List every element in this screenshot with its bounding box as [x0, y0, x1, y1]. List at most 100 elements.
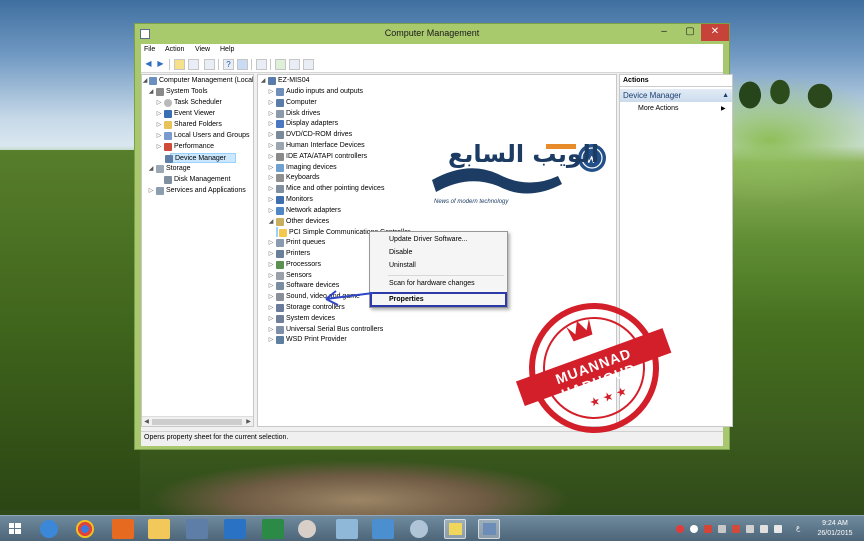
expand-arrow-icon[interactable]: ▷	[268, 281, 274, 291]
action-center-icon[interactable]	[732, 525, 740, 533]
collapse-caret-icon[interactable]: ▲	[722, 89, 729, 102]
console-view-icon[interactable]	[237, 59, 248, 70]
expand-arrow-icon[interactable]: ▷	[268, 163, 274, 173]
expand-arrow-icon[interactable]: ▷	[268, 260, 274, 270]
volume-icon[interactable]	[774, 525, 782, 533]
tray-app-icon[interactable]	[690, 525, 698, 533]
up-folder-icon[interactable]	[174, 59, 185, 70]
remote-desktop-icon[interactable]	[186, 519, 208, 539]
export-list-icon[interactable]	[204, 59, 215, 70]
collapse-arrow-icon[interactable]: ◢	[142, 76, 148, 86]
toolbar-separator	[251, 59, 252, 70]
collapse-arrow-icon[interactable]: ◢	[148, 87, 154, 97]
scroll-right-icon[interactable]: ▶	[244, 417, 253, 426]
media-player-icon[interactable]	[112, 519, 134, 539]
expand-arrow-icon[interactable]: ▷	[148, 186, 154, 196]
context-update-driver[interactable]: Update Driver Software...	[370, 234, 507, 246]
uninstall-icon[interactable]	[303, 59, 314, 70]
menu-file[interactable]: File	[144, 46, 155, 53]
file-explorer-icon[interactable]	[148, 519, 170, 539]
more-actions-link[interactable]: More Actions	[638, 105, 678, 112]
menu-action[interactable]: Action	[165, 46, 184, 53]
tray-monitor-icon[interactable]	[718, 525, 726, 533]
status-bar: Opens property sheet for the current sel…	[141, 431, 723, 444]
network-status-icon[interactable]	[760, 525, 768, 533]
maximize-button[interactable]: ▢	[677, 24, 703, 41]
outlook-icon[interactable]	[224, 519, 246, 539]
expand-arrow-icon[interactable]: ▷	[268, 335, 274, 345]
language-indicator[interactable]: ع	[796, 524, 800, 532]
expand-arrow-icon[interactable]: ▷	[268, 87, 274, 97]
sticky-notes-taskbar-button[interactable]	[444, 519, 466, 539]
properties-icon[interactable]	[256, 59, 267, 70]
expand-arrow-icon[interactable]: ▷	[268, 141, 274, 151]
computer-management-taskbar-button[interactable]	[478, 519, 500, 539]
expand-arrow-icon[interactable]: ▷	[268, 109, 274, 119]
expand-arrow-icon[interactable]: ▷	[156, 109, 162, 119]
chrome-icon[interactable]	[76, 520, 94, 538]
context-menu: Update Driver Software... Disable Uninst…	[369, 231, 508, 308]
expand-arrow-icon[interactable]: ▷	[268, 271, 274, 281]
expand-arrow-icon[interactable]: ▷	[268, 130, 274, 140]
expand-arrow-icon[interactable]: ▷	[268, 152, 274, 162]
expand-arrow-icon[interactable]: ▷	[268, 206, 274, 216]
expand-arrow-icon[interactable]: ▷	[156, 98, 162, 108]
expand-arrow-icon[interactable]: ▷	[156, 131, 162, 141]
expand-arrow-icon[interactable]: ▷	[268, 314, 274, 324]
expand-arrow-icon[interactable]: ▷	[268, 195, 274, 205]
show-hide-tree-icon[interactable]	[188, 59, 199, 70]
close-button[interactable]: ✕	[701, 24, 729, 41]
collapse-arrow-icon[interactable]: ◢	[148, 164, 154, 174]
scroll-left-icon[interactable]: ◀	[142, 417, 151, 426]
clock[interactable]: 9:24 AM 26/01/2015	[810, 519, 860, 539]
network-icon[interactable]	[372, 519, 394, 539]
paint-icon[interactable]	[298, 520, 316, 538]
menu-help[interactable]: Help	[220, 46, 234, 53]
context-uninstall[interactable]: Uninstall	[370, 260, 507, 272]
title-bar[interactable]: Computer Management – ▢ ✕	[135, 24, 729, 44]
scan-hardware-icon[interactable]	[275, 59, 286, 70]
expand-arrow-icon[interactable]: ▷	[268, 238, 274, 248]
device-category-icon	[276, 271, 284, 280]
expand-arrow-icon[interactable]: ▷	[268, 303, 274, 313]
context-scan-hardware[interactable]: Scan for hardware changes	[370, 278, 507, 290]
device-category-icon	[276, 325, 284, 334]
tray-flag-icon[interactable]	[704, 525, 712, 533]
update-driver-icon[interactable]	[289, 59, 300, 70]
menu-view[interactable]: View	[195, 46, 210, 53]
calculator-icon[interactable]	[336, 519, 358, 539]
expand-arrow-icon[interactable]: ▷	[268, 292, 274, 302]
minimize-button[interactable]: –	[651, 24, 677, 41]
tray-antivirus-icon[interactable]	[676, 525, 684, 533]
tray-device-icon[interactable]	[746, 525, 754, 533]
expand-arrow-icon[interactable]: ▷	[268, 249, 274, 259]
device-item-pci-controller[interactable]: PCI Simple Communications Controller	[276, 227, 410, 238]
expand-arrow-icon[interactable]: ▷	[268, 173, 274, 183]
back-icon[interactable]: ◀	[143, 59, 154, 70]
collapse-arrow-icon[interactable]: ◢	[268, 217, 274, 227]
expand-arrow-icon[interactable]: ▷	[268, 98, 274, 108]
expand-arrow-icon[interactable]: ▷	[268, 184, 274, 194]
actions-section-device-manager[interactable]: Device Manager ▲	[620, 89, 732, 102]
submenu-arrow-icon[interactable]: ▶	[721, 105, 726, 112]
expand-arrow-icon[interactable]: ▷	[156, 120, 162, 130]
scroll-thumb[interactable]	[152, 419, 242, 425]
tree-item-device-manager[interactable]: Device Manager	[165, 153, 236, 163]
expand-arrow-icon[interactable]: ▷	[268, 119, 274, 129]
help-icon[interactable]: ?	[223, 59, 234, 70]
horizontal-scrollbar[interactable]: ◀ ▶	[142, 416, 253, 426]
excel-icon[interactable]	[262, 519, 284, 539]
start-button[interactable]	[4, 519, 26, 539]
device-category-label: Printers	[286, 250, 311, 257]
expand-arrow-icon[interactable]: ▷	[268, 325, 274, 335]
collapse-arrow-icon[interactable]: ◢	[260, 76, 266, 86]
device-category-icon	[276, 206, 284, 215]
internet-explorer-icon[interactable]	[40, 520, 58, 538]
console-tree-pane[interactable]: ◢ Computer Management (Local ◢ System To…	[141, 74, 254, 427]
properties-highlight-box	[370, 292, 507, 307]
forward-icon[interactable]: ▶	[155, 59, 166, 70]
expand-arrow-icon[interactable]: ▷	[156, 142, 162, 152]
context-disable[interactable]: Disable	[370, 247, 507, 259]
photo-viewer-icon[interactable]	[410, 520, 428, 538]
actions-header: Actions	[620, 75, 732, 87]
